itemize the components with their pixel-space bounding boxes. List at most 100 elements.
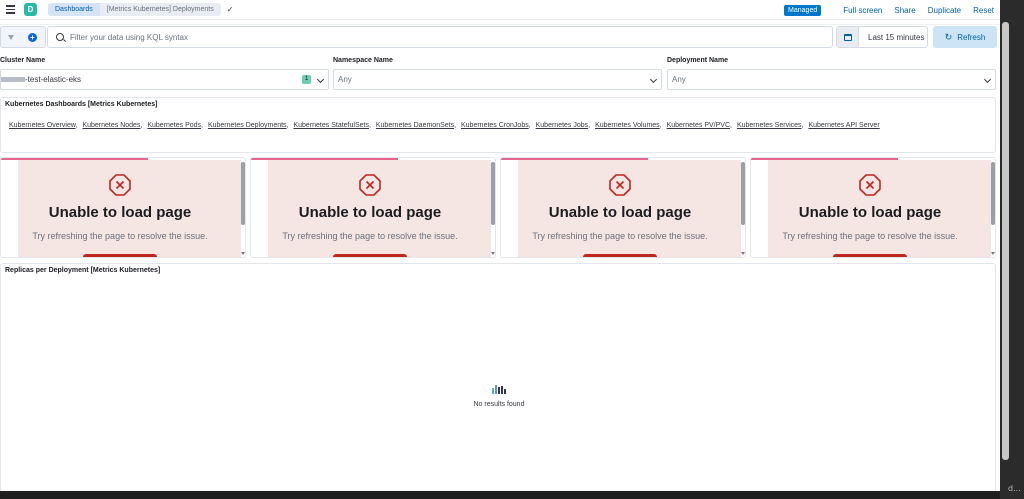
error-prompt: Unable to load page Try refreshing the p… bbox=[268, 160, 491, 257]
menu-icon[interactable] bbox=[0, 0, 20, 20]
window-scrollbar[interactable]: d... bbox=[1000, 0, 1024, 499]
error-icon bbox=[359, 174, 381, 196]
error-message: Try refreshing the page to resolve the i… bbox=[282, 231, 458, 241]
search-input[interactable]: Filter your data using KQL syntax bbox=[47, 26, 833, 48]
link-pv-pvc[interactable]: Kubernetes PV/PVC bbox=[667, 122, 730, 129]
error-icon bbox=[109, 174, 131, 196]
panel-scrollbar[interactable] bbox=[491, 162, 495, 225]
selected-value: Any bbox=[672, 75, 686, 84]
search-icon bbox=[56, 33, 64, 41]
error-icon bbox=[859, 174, 881, 196]
add-filter-icon[interactable]: + bbox=[28, 33, 37, 42]
redacted-text bbox=[1, 77, 25, 82]
full-screen-button[interactable]: Full screen bbox=[843, 6, 882, 15]
scroll-down-icon[interactable] bbox=[491, 252, 495, 255]
reload-button[interactable] bbox=[83, 254, 157, 257]
scroll-down-icon[interactable] bbox=[991, 252, 995, 255]
error-prompt: Unable to load page Try refreshing the p… bbox=[18, 160, 241, 257]
error-prompt: Unable to load page Try refreshing the p… bbox=[768, 160, 991, 257]
scroll-down-icon[interactable] bbox=[741, 252, 745, 255]
window-bottom-edge bbox=[0, 491, 1000, 499]
refresh-button[interactable]: ↻ Refresh bbox=[933, 26, 997, 48]
header-actions: Managed Full screen Share Duplicate Rese… bbox=[784, 0, 994, 20]
error-message: Try refreshing the page to resolve the i… bbox=[782, 231, 958, 241]
error-prompt: Unable to load page Try refreshing the p… bbox=[518, 160, 741, 257]
control-label: Namespace Name bbox=[333, 57, 393, 64]
refresh-label: Refresh bbox=[957, 32, 986, 42]
filter-icon bbox=[8, 35, 14, 40]
panel-scrollbar[interactable] bbox=[241, 162, 245, 225]
reload-button[interactable] bbox=[833, 254, 907, 257]
deployment-name-select[interactable]: Any bbox=[667, 69, 996, 90]
link-api-server[interactable]: Kubernetes API Server bbox=[808, 122, 879, 129]
reload-button[interactable] bbox=[333, 254, 407, 257]
error-panel-1: Unable to load page Try refreshing the p… bbox=[0, 157, 246, 258]
scrollbar-thumb[interactable] bbox=[1002, 22, 1009, 460]
query-bar: + Filter your data using KQL syntax Last… bbox=[0, 24, 1000, 50]
link-statefulsets[interactable]: Kubernetes StatefulSets bbox=[293, 122, 369, 129]
panel-title: Replicas per Deployment [Metrics Kuberne… bbox=[5, 267, 161, 274]
calendar-icon[interactable] bbox=[837, 27, 859, 47]
filter-menu-button[interactable]: + bbox=[0, 26, 46, 48]
chevron-down-icon[interactable] bbox=[649, 75, 658, 84]
selected-value: Any bbox=[338, 75, 352, 84]
top-header: D Dashboards [Metrics Kubernetes] Deploy… bbox=[0, 0, 1000, 20]
reset-button[interactable]: Reset bbox=[973, 6, 994, 15]
link-cronjobs[interactable]: Kubernetes CronJobs bbox=[461, 122, 529, 129]
scroll-down-icon[interactable] bbox=[241, 252, 245, 255]
breadcrumb-dashboards[interactable]: Dashboards bbox=[48, 3, 100, 16]
link-pods[interactable]: Kubernetes Pods bbox=[147, 122, 201, 129]
link-volumes[interactable]: Kubernetes Volumes bbox=[595, 122, 660, 129]
error-title: Unable to load page bbox=[48, 204, 192, 221]
breadcrumb: Dashboards [Metrics Kubernetes] Deployme… bbox=[48, 3, 221, 16]
selected-value: -test-elastic-eks bbox=[25, 75, 82, 84]
refresh-icon: ↻ bbox=[944, 31, 953, 42]
control-label: Deployment Name bbox=[667, 57, 729, 64]
link-deployments[interactable]: Kubernetes Deployments bbox=[208, 122, 287, 129]
link-overview[interactable]: Kubernetes Overview bbox=[9, 122, 76, 129]
saved-check-icon: ✓ bbox=[226, 5, 234, 14]
link-jobs[interactable]: Kubernetes Jobs bbox=[536, 122, 589, 129]
error-title: Unable to load page bbox=[798, 204, 942, 221]
links-row: Kubernetes Overview, Kubernetes Nodes, K… bbox=[9, 122, 880, 129]
duplicate-button[interactable]: Duplicate bbox=[928, 6, 961, 15]
error-title: Unable to load page bbox=[298, 204, 442, 221]
dashboard-links-panel: Kubernetes Dashboards [Metrics Kubernete… bbox=[0, 97, 996, 153]
reload-button[interactable] bbox=[583, 254, 657, 257]
panel-title: Kubernetes Dashboards [Metrics Kubernete… bbox=[5, 101, 158, 108]
link-services[interactable]: Kubernetes Services bbox=[737, 122, 802, 129]
chevron-down-icon[interactable] bbox=[983, 75, 992, 84]
error-icon bbox=[609, 174, 631, 196]
no-results-message: No results found bbox=[473, 401, 525, 408]
control-deployment-name: Deployment Name Any bbox=[667, 57, 996, 90]
error-message: Try refreshing the page to resolve the i… bbox=[532, 231, 708, 241]
panel-scrollbar[interactable] bbox=[741, 162, 745, 225]
control-cluster-name: Cluster Name -test-elastic-eks 1 bbox=[0, 57, 329, 90]
search-placeholder: Filter your data using KQL syntax bbox=[70, 32, 188, 42]
link-daemonsets[interactable]: Kubernetes DaemonSets bbox=[376, 122, 454, 129]
date-picker[interactable]: Last 15 minutes bbox=[836, 26, 928, 48]
managed-badge[interactable]: Managed bbox=[784, 4, 822, 16]
empty-chart-icon bbox=[492, 385, 506, 394]
divider bbox=[0, 24, 1000, 25]
error-message: Try refreshing the page to resolve the i… bbox=[32, 231, 208, 241]
link-nodes[interactable]: Kubernetes Nodes bbox=[82, 122, 140, 129]
panel-scrollbar[interactable] bbox=[991, 162, 995, 225]
error-panel-3: Unable to load page Try refreshing the p… bbox=[500, 157, 746, 258]
breadcrumb-current: [Metrics Kubernetes] Deployments bbox=[99, 3, 221, 16]
cluster-name-select[interactable]: -test-elastic-eks 1 bbox=[0, 69, 329, 90]
space-avatar[interactable]: D bbox=[24, 3, 37, 16]
error-title: Unable to load page bbox=[548, 204, 692, 221]
error-panel-2: Unable to load page Try refreshing the p… bbox=[250, 157, 496, 258]
control-label: Cluster Name bbox=[0, 57, 46, 64]
error-panel-4: Unable to load page Try refreshing the p… bbox=[750, 157, 996, 258]
control-namespace-name: Namespace Name Any bbox=[333, 57, 662, 90]
side-text: d... bbox=[1008, 484, 1021, 493]
namespace-name-select[interactable]: Any bbox=[333, 69, 662, 90]
dashboard-app: D Dashboards [Metrics Kubernetes] Deploy… bbox=[0, 0, 1000, 491]
time-range[interactable]: Last 15 minutes bbox=[868, 33, 924, 42]
selection-count-badge: 1 bbox=[302, 75, 311, 84]
share-button[interactable]: Share bbox=[894, 6, 915, 15]
replicas-panel: Replicas per Deployment [Metrics Kuberne… bbox=[0, 263, 996, 491]
chevron-down-icon[interactable] bbox=[316, 75, 325, 84]
